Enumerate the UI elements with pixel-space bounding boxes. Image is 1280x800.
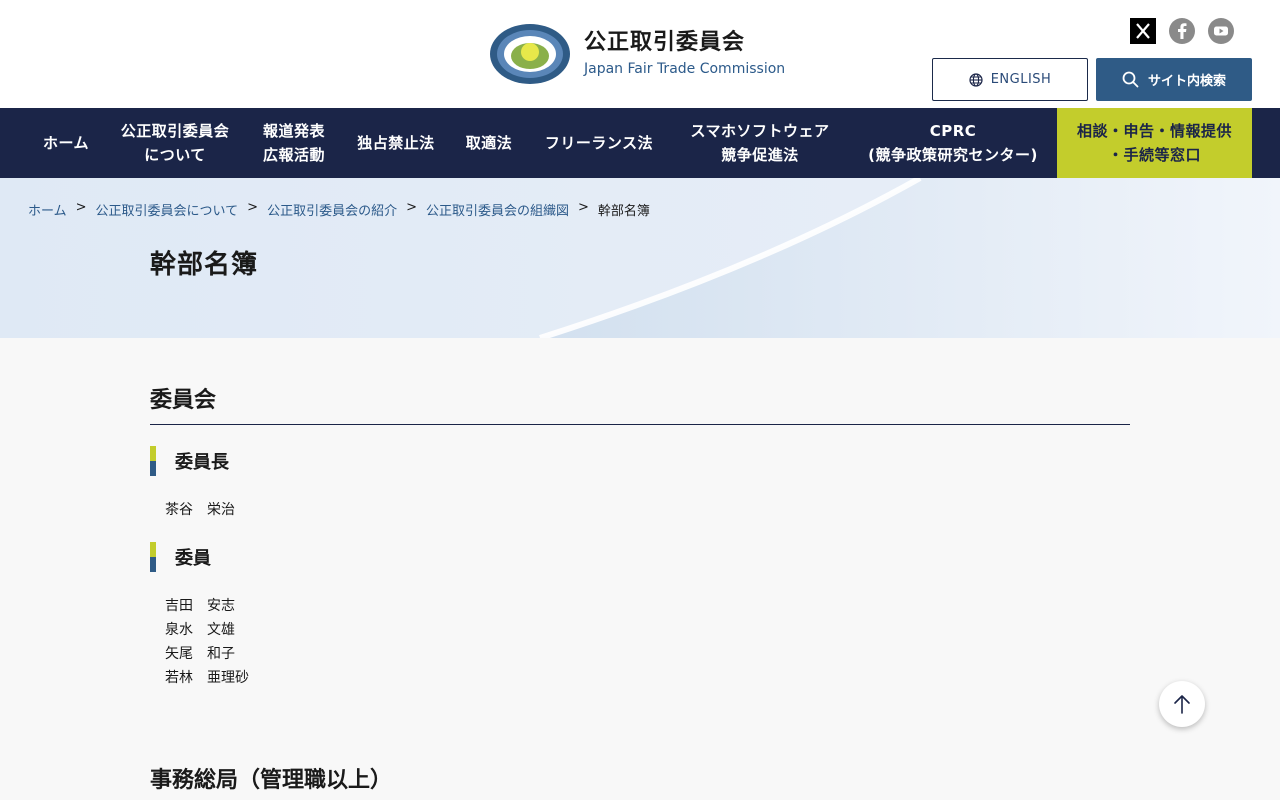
section-title-committee: 委員会 xyxy=(150,388,217,413)
nav-item-press[interactable]: 報道発表 広報活動 xyxy=(246,108,342,178)
logo-title: 公正取引委員会 xyxy=(584,30,746,55)
person-name: 茶谷 栄治 xyxy=(165,502,235,518)
breadcrumb-separator: > xyxy=(406,200,417,215)
person-name: 矢尾 和子 xyxy=(165,646,235,662)
site-header: 公正取引委員会 Japan Fair Trade Commission ENGL… xyxy=(0,0,1280,108)
breadcrumb-current: 幹部名簿 xyxy=(597,204,650,219)
breadcrumb-home[interactable]: ホーム xyxy=(28,200,67,219)
breadcrumb: ホーム > 公正取引委員会について > 公正取引委員会の紹介 > 公正取引委員会… xyxy=(28,200,650,219)
nav-item-antimonopoly[interactable]: 独占禁止法 xyxy=(342,108,450,178)
nav-item-cprc[interactable]: CPRC (競争政策研究センター) xyxy=(850,108,1056,178)
site-logo[interactable]: 公正取引委員会 Japan Fair Trade Commission xyxy=(488,22,785,86)
nav-item-smartphone[interactable]: スマホソフトウェア 競争促進法 xyxy=(670,108,850,178)
site-search-button[interactable]: サイト内検索 xyxy=(1096,58,1252,101)
breadcrumb-introduction[interactable]: 公正取引委員会の紹介 xyxy=(267,200,397,219)
person-name: 泉水 文雄 xyxy=(165,622,235,638)
subheading-text: 委員長 xyxy=(175,452,229,473)
person-name: 若林 亜理砂 xyxy=(165,670,249,686)
youtube-link[interactable] xyxy=(1208,18,1234,44)
breadcrumb-separator: > xyxy=(578,200,589,215)
nav-item-about[interactable]: 公正取引委員会 について xyxy=(104,108,246,178)
page-hero: ホーム > 公正取引委員会について > 公正取引委員会の紹介 > 公正取引委員会… xyxy=(0,178,1280,338)
member-names: 吉田 安志 泉水 文雄 矢尾 和子 若林 亜理砂 xyxy=(165,594,249,690)
facebook-icon xyxy=(1169,18,1195,44)
breadcrumb-separator: > xyxy=(75,200,87,215)
back-to-top-button[interactable] xyxy=(1159,681,1205,727)
section-divider xyxy=(150,424,1130,425)
page-title: 幹部名簿 xyxy=(150,250,259,280)
subheading-marker xyxy=(150,542,156,572)
nav-item-consultation[interactable]: 相談・申告・情報提供 ・手続等窓口 xyxy=(1057,108,1252,178)
search-label: サイト内検索 xyxy=(1147,74,1226,89)
breadcrumb-org-chart[interactable]: 公正取引委員会の組織図 xyxy=(426,200,569,219)
chair-names: 茶谷 栄治 xyxy=(165,498,235,522)
nav-item-subcontract[interactable]: 取適法 xyxy=(450,108,528,178)
search-icon xyxy=(1122,71,1139,88)
facebook-link[interactable] xyxy=(1169,18,1195,44)
subheading-chair: 委員長 xyxy=(150,446,229,476)
subheading-members: 委員 xyxy=(150,542,211,572)
logo-subtitle: Japan Fair Trade Commission xyxy=(584,61,786,77)
nav-item-freelance[interactable]: フリーランス法 xyxy=(528,108,670,178)
person-name: 吉田 安志 xyxy=(165,598,235,614)
arrow-up-icon xyxy=(1174,695,1190,714)
breadcrumb-about[interactable]: 公正取引委員会について xyxy=(96,200,239,219)
english-button[interactable]: ENGLISH xyxy=(932,58,1088,101)
jftc-emblem-icon xyxy=(490,24,570,84)
x-link[interactable] xyxy=(1130,18,1156,44)
x-icon xyxy=(1130,18,1156,44)
globe-icon xyxy=(969,72,983,87)
global-nav: ホーム 公正取引委員会 について 報道発表 広報活動 独占禁止法 取適法 フリー… xyxy=(0,108,1280,178)
social-links xyxy=(1130,18,1234,44)
nav-item-home[interactable]: ホーム xyxy=(28,108,104,178)
subheading-text: 委員 xyxy=(175,548,211,569)
section-title-secretariat: 事務総局（管理職以上） xyxy=(150,768,393,793)
english-label: ENGLISH xyxy=(990,72,1052,87)
youtube-icon xyxy=(1208,18,1234,44)
breadcrumb-separator: > xyxy=(247,200,259,215)
subheading-marker xyxy=(150,446,156,476)
